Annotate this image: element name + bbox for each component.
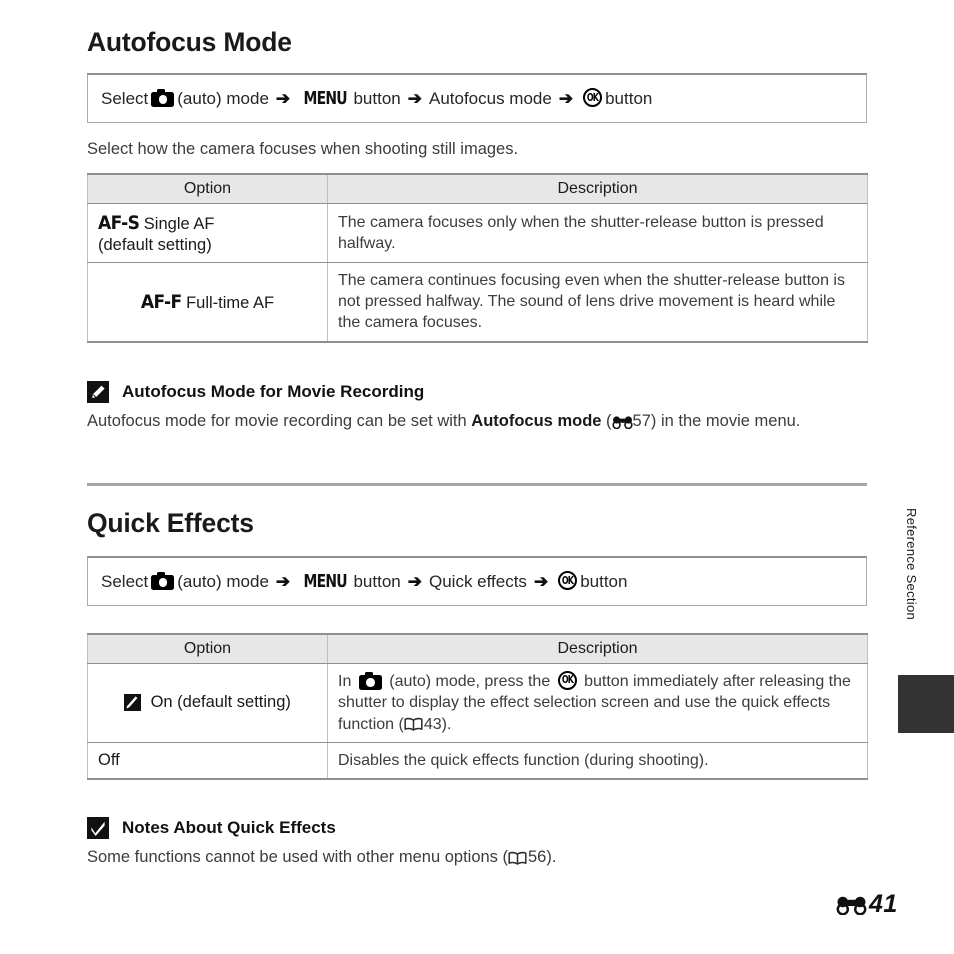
column-header-description: Description xyxy=(327,173,868,204)
pencil-note-icon xyxy=(87,381,109,403)
camera-icon xyxy=(358,671,382,690)
camera-icon xyxy=(151,88,175,107)
page-footer: 41 xyxy=(836,890,898,919)
column-header-description: Description xyxy=(327,633,868,664)
option-cell-af-s: AF-S Single AF (default setting) xyxy=(87,203,328,263)
af-f-name-label: Full-time AF xyxy=(186,293,275,312)
arrow-right-icon: ➔ xyxy=(533,572,549,591)
note-heading: Autofocus Mode for Movie Recording xyxy=(87,381,877,403)
nav-menu-button-text: button xyxy=(353,571,401,591)
note-title: Autofocus Mode for Movie Recording xyxy=(122,382,425,401)
note-title: Notes About Quick Effects xyxy=(122,818,336,837)
menu-button-icon: MENU xyxy=(303,88,348,109)
reference-section-bone-icon xyxy=(836,890,867,919)
manual-reference-book-icon xyxy=(404,714,423,735)
af-f-code-label: AF-F xyxy=(140,290,182,313)
column-header-option: Option xyxy=(87,633,328,664)
option-cell-on: On (default setting) xyxy=(87,663,328,743)
note-ref-number: 57 xyxy=(632,412,651,430)
autofocus-intro-text: Select how the camera focuses when shoot… xyxy=(87,140,519,158)
note-autofocus-movie: Autofocus Mode for Movie Recording Autof… xyxy=(87,381,877,433)
nav-lead-text: Select xyxy=(101,88,149,108)
nav-ok-button-text: button xyxy=(580,571,628,591)
column-header-option: Option xyxy=(87,173,328,204)
note-body-pre: Some functions cannot be used with other… xyxy=(87,848,508,866)
menu-button-icon: MENU xyxy=(303,571,348,592)
arrow-right-icon: ➔ xyxy=(275,89,291,108)
table-row: Off Disables the quick effects function … xyxy=(87,741,868,781)
desc-part-1: In xyxy=(338,673,356,690)
note-body-pre: Autofocus mode for movie recording can b… xyxy=(87,412,472,430)
nav-lead-text: Select xyxy=(101,571,149,591)
quick-effects-icon xyxy=(124,693,142,711)
note-ref-open: ( xyxy=(601,412,612,430)
description-cell-af-f: The camera continues focusing even when … xyxy=(327,261,868,343)
description-cell-af-s: The camera focuses only when the shutter… xyxy=(327,203,868,263)
note-body: Some functions cannot be used with other… xyxy=(87,846,877,869)
note-body: Autofocus mode for movie recording can b… xyxy=(87,410,877,433)
section-title-autofocus-mode: Autofocus Mode xyxy=(87,27,292,57)
manual-reference-book-icon xyxy=(508,847,527,869)
table-row: AF-F Full-time AF The camera continues f… xyxy=(87,261,868,343)
section-title-quick-effects: Quick Effects xyxy=(87,508,254,538)
table-header-row: Option Description xyxy=(87,173,868,204)
autofocus-options-table: Option Description AF-S Single AF (defau… xyxy=(87,173,868,343)
side-tab-marker xyxy=(898,675,954,733)
ok-button-icon: OK xyxy=(583,88,603,107)
note-body-post: ). xyxy=(546,848,557,866)
option-off-label: Off xyxy=(98,751,120,770)
quick-effects-options-table: Option Description On (default setting) … xyxy=(87,633,868,781)
description-cell-on: In (auto) mode, press the OK button imme… xyxy=(327,663,868,743)
table-header-row: Option Description xyxy=(87,633,868,664)
af-s-code-label: AF-S xyxy=(98,212,140,234)
desc-part-2: (auto) mode, press the xyxy=(384,673,555,690)
nav-mode-text: (auto) mode xyxy=(177,571,269,591)
note-body-post: ) in the movie menu. xyxy=(650,412,801,430)
nav-menu-button-text: button xyxy=(353,88,401,108)
arrow-right-icon: ➔ xyxy=(275,572,291,591)
option-cell-af-f: AF-F Full-time AF xyxy=(87,261,328,343)
desc-part-4: ). xyxy=(441,715,452,733)
description-cell-off: Disables the quick effects function (dur… xyxy=(327,741,868,781)
nav-path-quick-effects: Select (auto) mode ➔ MENU button ➔ Quick… xyxy=(87,556,867,606)
ok-button-icon: OK xyxy=(557,671,577,691)
option-cell-off: Off xyxy=(87,741,328,781)
arrow-right-icon: ➔ xyxy=(558,89,574,108)
nav-mode-text: (auto) mode xyxy=(177,88,269,108)
nav-item-text: Quick effects xyxy=(428,571,527,591)
ok-button-icon: OK xyxy=(558,571,578,590)
desc-ref-number: 43 xyxy=(423,715,442,733)
option-on-label: On (default setting) xyxy=(150,693,291,712)
af-s-default-note: (default setting) xyxy=(98,235,212,254)
nav-path-autofocus-mode: Select (auto) mode ➔ MENU button ➔ Autof… xyxy=(87,73,867,123)
af-s-name-label: Single AF xyxy=(143,215,215,233)
nav-ok-button-text: button xyxy=(605,88,653,108)
nav-item-text: Autofocus mode xyxy=(428,88,552,108)
note-body-bold: Autofocus mode xyxy=(471,412,602,430)
side-tab-label: Reference Section xyxy=(904,508,919,621)
table-row: AF-S Single AF (default setting) The cam… xyxy=(87,203,868,263)
section-divider xyxy=(87,483,867,486)
note-heading: Notes About Quick Effects xyxy=(87,817,877,839)
caution-check-note-icon xyxy=(87,817,109,839)
note-ref-number: 56 xyxy=(528,848,547,866)
camera-icon xyxy=(151,571,175,590)
reference-section-bone-icon xyxy=(611,411,633,433)
arrow-right-icon: ➔ xyxy=(407,89,422,108)
note-quick-effects: Notes About Quick Effects Some functions… xyxy=(87,817,877,869)
arrow-right-icon: ➔ xyxy=(407,572,422,591)
table-row: On (default setting) In (auto) mode, pre… xyxy=(87,663,868,743)
document-page: Autofocus Mode Select (auto) mode ➔ MENU… xyxy=(0,0,954,954)
page-number: 41 xyxy=(869,890,898,918)
